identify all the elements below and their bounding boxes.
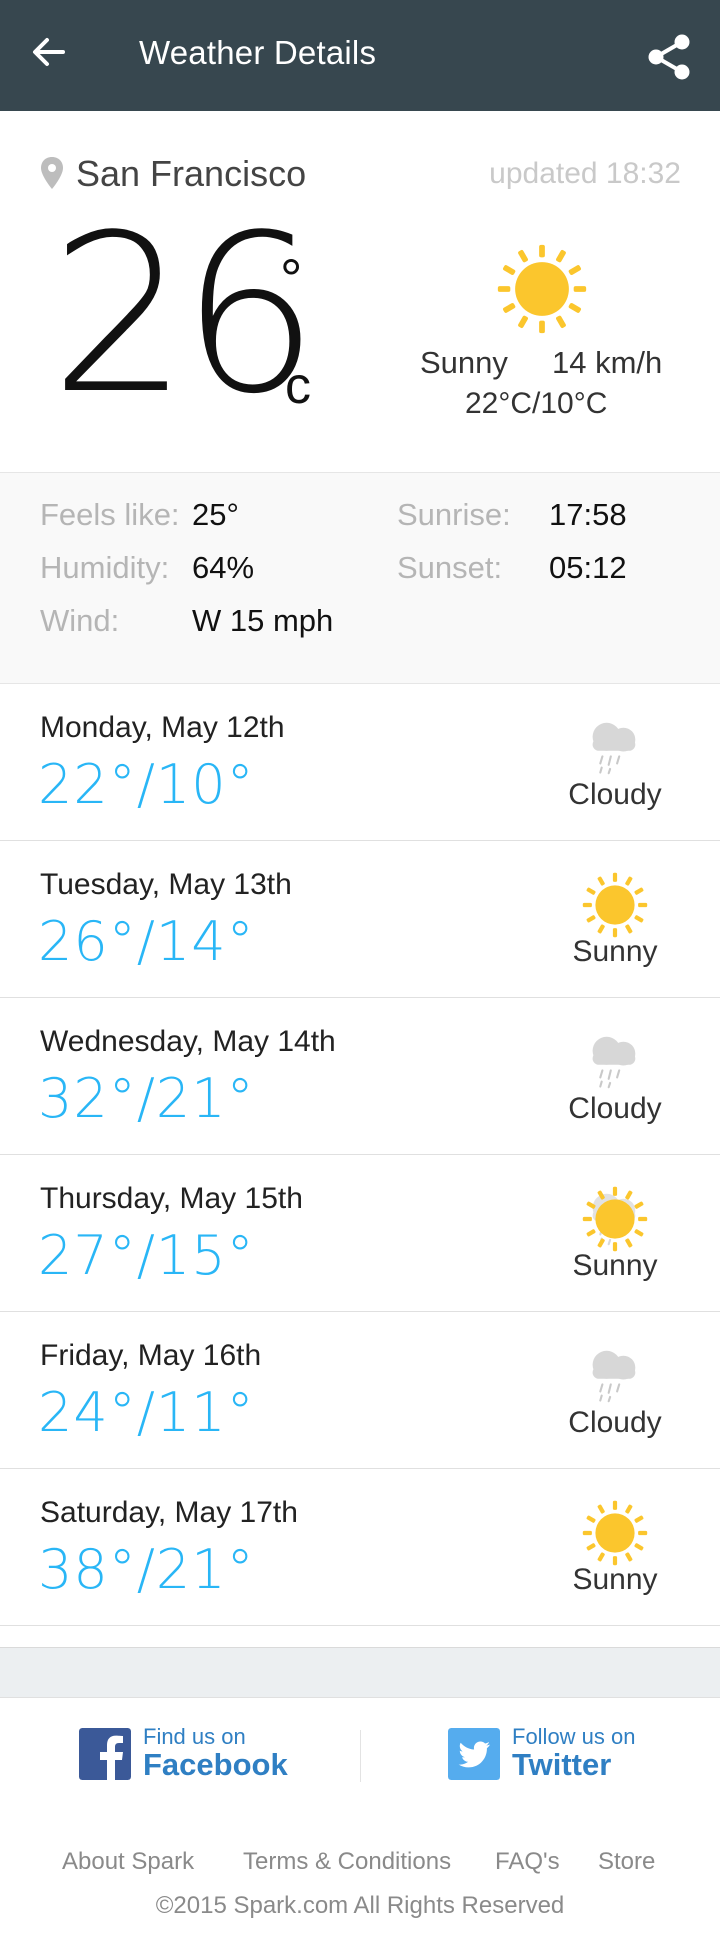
sun-cloud-icon	[580, 1184, 650, 1254]
forecast-row[interactable]: Saturday, May 17th 38°/21° Sunny	[0, 1468, 720, 1626]
current-condition-line: Sunny 14 km/h	[420, 345, 680, 381]
sunrise-value: 17:58	[549, 497, 627, 532]
copyright: ©2015 Spark.com All Rights Reserved	[155, 1892, 565, 1919]
forecast-row[interactable]: Tuesday, May 13th 26°/14° Sunny	[0, 840, 720, 998]
social-divider	[360, 1730, 361, 1782]
forecast-row[interactable]: Monday, May 12th 22°/10° Cloudy	[0, 683, 720, 841]
forecast-temps: 22°/10°	[38, 753, 255, 816]
sun-icon	[580, 1498, 650, 1568]
sun-icon	[494, 241, 590, 337]
temperature-unit: c	[285, 357, 311, 415]
facebook-link[interactable]: Find us on Facebook	[79, 1724, 299, 1784]
forecast-day: Friday, May 16th	[40, 1339, 262, 1372]
wind-label: Wind:	[40, 603, 120, 638]
app-bar: Weather Details	[0, 0, 720, 111]
footer: About Spark Terms & Conditions FAQ's Sto…	[0, 1812, 720, 1947]
section-divider	[0, 1647, 720, 1698]
forecast-condition: Sunny	[572, 1249, 658, 1282]
cloud-rain-icon	[591, 1349, 637, 1403]
forecast-day: Tuesday, May 13th	[40, 868, 292, 901]
forecast-condition: Cloudy	[568, 778, 662, 811]
feels-like-label: Feels like:	[40, 497, 180, 532]
wind-value: W 15 mph	[192, 603, 334, 638]
updated-time: updated 18:32	[489, 157, 681, 190]
forecast-temps: 24°/11°	[38, 1381, 255, 1444]
current-weather: San Francisco updated 18:32 26 ° c Sunny…	[0, 111, 720, 472]
sunset-value: 05:12	[549, 550, 627, 585]
facebook-icon	[79, 1728, 131, 1780]
footer-link-faq[interactable]: FAQ's	[495, 1848, 560, 1876]
forecast-temps: 38°/21°	[38, 1538, 255, 1601]
social-links: Find us on Facebook Follow us on Twitter	[0, 1697, 720, 1813]
footer-link-about[interactable]: About Spark	[62, 1848, 194, 1876]
share-icon[interactable]	[646, 33, 692, 81]
weather-details-panel: Feels like: 25° Humidity: 64% Wind: W 15…	[0, 472, 720, 684]
cloud-rain-icon	[591, 1035, 637, 1089]
forecast-row[interactable]: Wednesday, May 14th 32°/21° Cloudy	[0, 997, 720, 1155]
forecast-condition: Cloudy	[568, 1406, 662, 1439]
page-title: Weather Details	[139, 34, 377, 71]
twitter-link[interactable]: Follow us on Twitter	[448, 1724, 648, 1784]
current-temperature: 26	[50, 189, 319, 442]
twitter-label: Twitter	[512, 1747, 612, 1782]
humidity-value: 64%	[192, 550, 255, 585]
forecast-temps: 27°/15°	[38, 1224, 255, 1287]
forecast-temps: 26°/14°	[38, 910, 255, 973]
forecast-day: Wednesday, May 14th	[40, 1025, 336, 1058]
current-wind-speed: 14 km/h	[552, 345, 663, 380]
footer-link-store[interactable]: Store	[598, 1848, 655, 1876]
feels-like-value: 25°	[192, 497, 239, 532]
forecast-temps: 32°/21°	[38, 1067, 255, 1130]
forecast-row[interactable]: Thursday, May 15th 27°/15° Sunny	[0, 1154, 720, 1312]
facebook-label: Facebook	[143, 1747, 288, 1782]
sunset-label: Sunset:	[397, 550, 503, 585]
degree-symbol: °	[280, 247, 303, 310]
forecast-condition: Sunny	[572, 1563, 658, 1596]
forecast-day: Saturday, May 17th	[40, 1496, 298, 1529]
humidity-label: Humidity:	[40, 550, 170, 585]
forecast-day: Monday, May 12th	[40, 711, 285, 744]
footer-link-terms[interactable]: Terms & Conditions	[243, 1848, 451, 1876]
forecast-condition: Sunny	[572, 935, 658, 968]
current-temperature-range: 22°C/10°C	[465, 387, 608, 420]
location-pin-icon	[41, 157, 63, 189]
sunrise-label: Sunrise:	[397, 497, 511, 532]
current-condition: Sunny	[420, 345, 508, 380]
twitter-icon	[448, 1728, 500, 1780]
arrow-left-icon[interactable]	[30, 34, 66, 70]
cloud-rain-icon	[591, 721, 637, 775]
forecast-row[interactable]: Friday, May 16th 24°/11° Cloudy	[0, 1311, 720, 1469]
forecast-condition: Cloudy	[568, 1092, 662, 1125]
sun-icon	[580, 870, 650, 940]
forecast-day: Thursday, May 15th	[40, 1182, 303, 1215]
